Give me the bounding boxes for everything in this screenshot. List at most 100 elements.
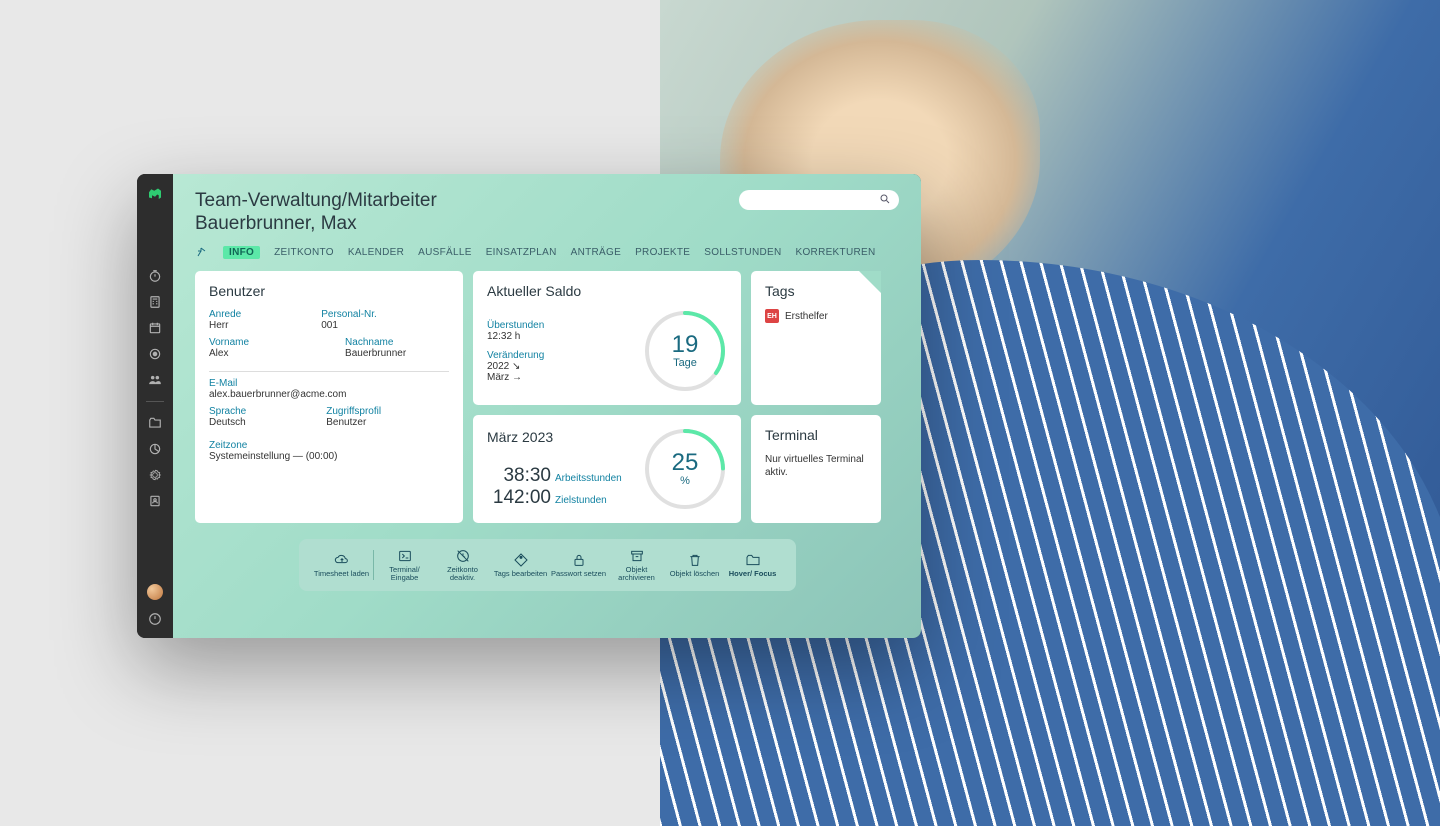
action-timesheet[interactable]: Timesheet laden (313, 549, 371, 580)
value-ueberstunden: 12:32 h (487, 331, 544, 342)
calculator-icon[interactable] (146, 293, 164, 311)
location-icon[interactable] (146, 345, 164, 363)
header: Team-Verwaltung/Mitarbeiter Bauerbrunner… (195, 190, 899, 235)
value-veraend-year: 2022 ↘ (487, 361, 544, 372)
card-title-terminal: Terminal (765, 427, 867, 443)
value-zugriff: Benutzer (326, 417, 381, 428)
card-title-tags: Tags (765, 283, 867, 299)
action-divider (373, 550, 374, 580)
value-personalnr: 001 (321, 320, 377, 331)
value-anrede: Herr (209, 320, 241, 331)
action-passwort[interactable]: Passwort setzen (550, 549, 608, 580)
label-veraenderung: Veränderung (487, 350, 544, 361)
tag-item: EH Ersthelfer (765, 309, 867, 323)
tab-zeitkonto[interactable]: ZEITKONTO (274, 247, 334, 258)
actionbar: Timesheet laden Terminal/ Eingabe Zeitko… (299, 539, 796, 591)
tab-info[interactable]: INFO (223, 246, 260, 259)
arbeits-label: Arbeitsstunden (555, 473, 622, 484)
card-title-month: März 2023 (487, 429, 622, 445)
ring-month: 25 % (643, 427, 727, 511)
label-sprache: Sprache (209, 406, 246, 417)
tab-einsatzplan[interactable]: EINSATZPLAN (486, 247, 557, 258)
tab-kalender[interactable]: KALENDER (348, 247, 404, 258)
label-vorname: Vorname (209, 337, 249, 348)
action-archivieren[interactable]: Objekt archivieren (608, 545, 666, 585)
search-icon[interactable] (879, 193, 891, 208)
ziel-label: Zielstunden (555, 495, 607, 506)
cards-grid: Benutzer Anrede Herr Personal-Nr. 001 Vo… (195, 271, 899, 523)
action-terminal[interactable]: Terminal/ Eingabe (376, 545, 434, 585)
main-panel: Team-Verwaltung/Mitarbeiter Bauerbrunner… (173, 174, 921, 638)
action-label: Passwort setzen (551, 570, 606, 578)
folder-icon (745, 551, 761, 568)
archive-icon (629, 547, 645, 564)
page-title: Team-Verwaltung/Mitarbeiter (195, 190, 437, 212)
search-wrap (739, 190, 899, 210)
avatar[interactable] (147, 584, 163, 600)
label-ueberstunden: Überstunden (487, 320, 544, 331)
lock-icon (571, 551, 587, 568)
value-vorname: Alex (209, 348, 249, 359)
action-label: Objekt löschen (670, 570, 720, 578)
cloud-sync-icon (334, 551, 350, 568)
tag-label: Ersthelfer (785, 311, 828, 322)
card-tags: Tags EH Ersthelfer (751, 271, 881, 405)
logo-dog-icon[interactable] (146, 184, 164, 207)
label-zugriff: Zugriffsprofil (326, 406, 381, 417)
divider (209, 371, 449, 372)
value-email: alex.bauerbrunner@acme.com (209, 389, 449, 400)
power-icon[interactable] (146, 610, 164, 628)
chart-icon[interactable] (146, 440, 164, 458)
action-zeitkonto[interactable]: Zeitkonto deaktiv. (434, 545, 492, 585)
team-icon[interactable] (146, 371, 164, 389)
card-saldo: Aktueller Saldo Überstunden 12:32 h Verä… (473, 271, 741, 405)
action-tags[interactable]: Tags bearbeiten (492, 549, 550, 580)
tab-korrekturen[interactable]: KORREKTUREN (796, 247, 876, 258)
terminal-icon (397, 547, 413, 564)
badge-icon[interactable] (146, 492, 164, 510)
back-arrow-icon[interactable] (195, 245, 209, 259)
value-sprache: Deutsch (209, 417, 246, 428)
app-window: Team-Verwaltung/Mitarbeiter Bauerbrunner… (137, 174, 921, 638)
terminal-text: Nur virtuelles Terminal aktiv. (765, 453, 867, 479)
value-veraend-month: März → (487, 372, 544, 383)
action-label: Zeitkonto deaktiv. (434, 566, 492, 583)
sidebar-nav (146, 267, 164, 510)
card-month: März 2023 38:30 Arbeitsstunden 142:00 Zi… (473, 415, 741, 523)
action-loeschen[interactable]: Objekt löschen (666, 549, 724, 580)
sidebar-bottom (146, 584, 164, 628)
tag-badge: EH (765, 309, 779, 323)
tabs: INFO ZEITKONTO KALENDER AUSFÄLLE EINSATZ… (195, 245, 899, 259)
action-label: Tags bearbeiten (494, 570, 547, 578)
folder-icon[interactable] (146, 414, 164, 432)
action-label: Timesheet laden (314, 570, 369, 578)
sidebar (137, 174, 173, 638)
sidebar-divider (146, 401, 164, 402)
ziel-val: 142:00 (487, 487, 551, 509)
stopwatch-icon[interactable] (146, 267, 164, 285)
tab-sollstunden[interactable]: SOLLSTUNDEN (704, 247, 781, 258)
action-hover[interactable]: Hover/ Focus (724, 549, 782, 580)
search-input[interactable] (739, 190, 899, 210)
card-title-benutzer: Benutzer (209, 283, 449, 299)
label-email: E-Mail (209, 378, 449, 389)
tab-antraege[interactable]: ANTRÄGE (571, 247, 621, 258)
value-zeitzone: Systemeinstellung — (00:00) (209, 451, 449, 462)
clock-x-icon (455, 547, 471, 564)
action-label: Terminal/ Eingabe (376, 566, 434, 583)
label-nachname: Nachname (345, 337, 406, 348)
gear-icon[interactable] (146, 466, 164, 484)
label-zeitzone: Zeitzone (209, 440, 449, 451)
tab-projekte[interactable]: PROJEKTE (635, 247, 690, 258)
tag-icon (513, 551, 529, 568)
tab-ausfaelle[interactable]: AUSFÄLLE (418, 247, 472, 258)
ring-saldo: 19 Tage (643, 309, 727, 393)
trash-icon (687, 551, 703, 568)
card-benutzer: Benutzer Anrede Herr Personal-Nr. 001 Vo… (195, 271, 463, 523)
arbeits-val: 38:30 (487, 465, 551, 487)
card-title-saldo: Aktueller Saldo (487, 283, 727, 299)
action-label: Hover/ Focus (729, 570, 777, 578)
value-nachname: Bauerbrunner (345, 348, 406, 359)
calendar-icon[interactable] (146, 319, 164, 337)
label-anrede: Anrede (209, 309, 241, 320)
